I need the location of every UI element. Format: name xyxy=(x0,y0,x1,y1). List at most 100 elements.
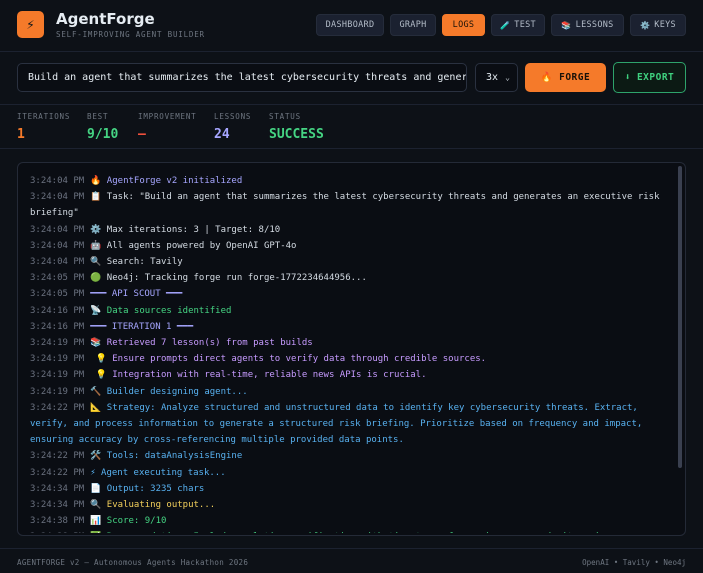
tab-test[interactable]: 🧪 TEST xyxy=(491,14,545,36)
tab-label: GRAPH xyxy=(399,20,427,30)
tab-lessons[interactable]: 📚 LESSONS xyxy=(551,14,624,36)
stat-label: STATUS xyxy=(269,112,301,121)
log-timestamp: 3:24:19 PM xyxy=(30,338,85,349)
stat-lessons: LESSONS 24 xyxy=(214,112,251,142)
stat-value: 24 xyxy=(214,127,230,142)
tab-logs[interactable]: LOGS xyxy=(442,14,485,36)
stat-label: ITERATIONS xyxy=(17,112,71,121)
log-entry: 3:24:19 PM 🔨 Builder designing agent... xyxy=(30,384,670,400)
log-timestamp: 3:24:04 PM xyxy=(30,240,85,251)
log-message: 📋 Task: "Build an agent that summarizes … xyxy=(30,192,660,219)
footer-credit: AGENTFORGE v2 — Autonomous Agents Hackat… xyxy=(17,558,249,567)
log-message: 💡 Integration with real-time, reliable n… xyxy=(90,370,427,381)
log-entry: 3:24:16 PM 📡 Data sources identified xyxy=(30,303,670,319)
log-message: 📚 Retrieved 7 lesson(s) from past builds xyxy=(90,338,313,349)
log-entry: 3:24:19 PM 📚 Retrieved 7 lesson(s) from p… xyxy=(30,335,670,351)
log-timestamp: 3:24:22 PM xyxy=(30,451,85,462)
log-entry: 3:24:05 PM 🟢 Neo4j: Tracking forge run fo… xyxy=(30,270,670,286)
log-timestamp: 3:24:05 PM xyxy=(30,273,85,284)
stat-value: 1 xyxy=(17,127,25,142)
log-entry: 3:24:34 PM 📄 Output: 3235 chars xyxy=(30,481,670,497)
iterations-select[interactable]: 3x ⌄ xyxy=(475,63,518,92)
stat-label: BEST xyxy=(87,112,109,121)
stat-value: SUCCESS xyxy=(269,127,324,142)
gear-icon: ⚙️ xyxy=(640,20,651,30)
log-message: 🟢 Neo4j: Tracking forge run forge-177223… xyxy=(90,273,367,284)
log-message: 🤖 All agents powered by OpenAI GPT-4o xyxy=(90,240,297,251)
log-entry: 3:24:19 PM 💡 Integration with real-time,… xyxy=(30,367,670,383)
log-timestamp: 3:24:04 PM xyxy=(30,224,85,235)
stat-status: STATUS SUCCESS xyxy=(269,112,324,142)
log-entry: 3:24:04 PM 🔥 AgentForge v2 initialized xyxy=(30,173,670,189)
tab-label: LESSONS xyxy=(575,20,614,30)
log-entry: 3:24:04 PM 🔍 Search: Tavily xyxy=(30,254,670,270)
tab-label: DASHBOARD xyxy=(325,20,375,30)
log-message: ━━━ ITERATION 1 ━━━ xyxy=(90,321,194,332)
log-timestamp: 3:24:19 PM xyxy=(30,354,85,365)
download-icon: ⬇ xyxy=(624,72,631,83)
books-icon: 📚 xyxy=(561,20,572,30)
log-list[interactable]: 3:24:04 PM 🔥 AgentForge v2 initialized 3:2… xyxy=(30,173,670,533)
log-message: 📡 Data sources identified xyxy=(90,305,232,316)
log-entry: 3:24:34 PM 🔍 Evaluating output... xyxy=(30,497,670,513)
task-prompt-input[interactable]: Build an agent that summarizes the lates… xyxy=(17,63,467,92)
forge-button[interactable]: 🔥 FORGE xyxy=(525,63,606,92)
log-timestamp: 3:24:19 PM xyxy=(30,370,85,381)
stat-best: BEST 9/10 xyxy=(87,112,118,142)
log-scrollbar[interactable] xyxy=(678,166,682,468)
log-timestamp: 3:24:04 PM xyxy=(30,257,85,268)
forge-label: FORGE xyxy=(559,72,591,83)
log-entry: 3:24:38 PM✅ Recommendation: Include real… xyxy=(30,529,670,533)
log-message: 🔥 AgentForge v2 initialized xyxy=(90,176,243,186)
log-message: ⚙️ Max iterations: 3 | Target: 8/10 xyxy=(90,224,281,235)
log-message: ✅ Recommendation: Include real-time veri… xyxy=(30,532,621,533)
log-message: 🔍 Search: Tavily xyxy=(90,257,183,268)
log-timestamp: 3:24:34 PM xyxy=(30,500,85,511)
stats-bar: ITERATIONS 1 BEST 9/10 IMPROVEMENT — LES… xyxy=(0,104,703,149)
log-entry: 3:24:19 PM 💡 Ensure prompts direct agent… xyxy=(30,351,670,367)
log-message: 🛠️ Tools: dataAnalysisEngine xyxy=(90,451,243,462)
log-entry: 3:24:38 PM 📊 Score: 9/10 xyxy=(30,513,670,529)
tab-label: KEYS xyxy=(654,20,676,30)
log-timestamp: 3:24:34 PM xyxy=(30,483,85,494)
log-timestamp: 3:24:05 PM xyxy=(30,289,85,300)
stat-value: — xyxy=(138,127,146,142)
export-button[interactable]: ⬇ EXPORT xyxy=(613,62,686,93)
tab-keys[interactable]: ⚙️ KEYS xyxy=(630,14,686,36)
tab-label: LOGS xyxy=(452,20,475,30)
chevron-down-icon: ⌄ xyxy=(505,73,510,82)
log-timestamp: 3:24:38 PM xyxy=(30,532,84,533)
tab-label: TEST xyxy=(514,20,536,30)
app-footer: AGENTFORGE v2 — Autonomous Agents Hackat… xyxy=(0,548,703,573)
log-timestamp: 3:24:38 PM xyxy=(30,516,85,527)
stat-label: IMPROVEMENT xyxy=(138,112,197,121)
tab-graph[interactable]: GRAPH xyxy=(390,14,436,36)
log-timestamp: 3:24:16 PM xyxy=(30,321,85,332)
log-message: ━━━ API SCOUT ━━━ xyxy=(90,289,183,300)
log-message: 🔨 Builder designing agent... xyxy=(90,386,248,397)
app-subtitle: SELF-IMPROVING AGENT BUILDER xyxy=(56,30,205,39)
fire-icon: 🔥 xyxy=(540,72,554,83)
log-panel: 3:24:04 PM 🔥 AgentForge v2 initialized 3:2… xyxy=(17,162,686,536)
stat-improvement: IMPROVEMENT — xyxy=(138,112,196,142)
log-timestamp: 3:24:22 PM xyxy=(30,467,85,478)
stat-iterations: ITERATIONS 1 xyxy=(17,112,70,142)
log-timestamp: 3:24:22 PM xyxy=(30,402,85,413)
log-message: 📄 Output: 3235 chars xyxy=(90,483,205,494)
tab-dashboard[interactable]: DASHBOARD xyxy=(316,14,384,36)
stat-label: LESSONS xyxy=(214,112,252,121)
log-entry: 3:24:16 PM ━━━ ITERATION 1 ━━━ xyxy=(30,319,670,335)
app-title: AgentForge xyxy=(56,10,155,28)
log-message: 💡 Ensure prompts direct agents to verify… xyxy=(90,354,487,365)
log-entry: 3:24:04 PM 📋 Task: "Build an agent that s… xyxy=(30,189,670,221)
log-message: 📐 Strategy: Analyze structured and unstr… xyxy=(30,402,643,446)
export-label: EXPORT xyxy=(636,72,675,83)
app-header: ⚡ AgentForge SELF-IMPROVING AGENT BUILDE… xyxy=(0,0,703,52)
test-tube-icon: 🧪 xyxy=(500,20,511,30)
iterations-value: 3x xyxy=(486,72,499,83)
stat-value: 9/10 xyxy=(87,127,119,142)
log-entry: 3:24:22 PM ⚡ Agent executing task... xyxy=(30,465,670,481)
log-timestamp: 3:24:04 PM xyxy=(30,192,85,203)
log-entry: 3:24:05 PM ━━━ API SCOUT ━━━ xyxy=(30,286,670,302)
log-timestamp: 3:24:16 PM xyxy=(30,305,85,316)
